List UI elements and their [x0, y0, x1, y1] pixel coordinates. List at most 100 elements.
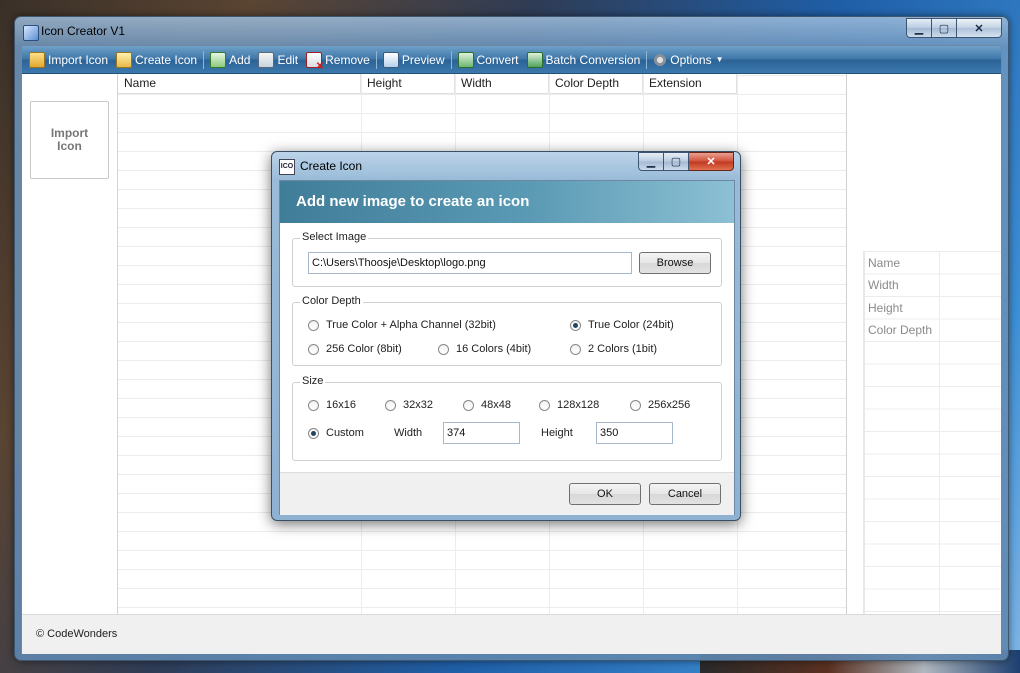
property-label-name: Name [868, 256, 901, 270]
radio-button-icon [630, 399, 641, 411]
dialog-banner-text: Add new image to create an icon [296, 193, 530, 210]
title-bar[interactable]: Icon Creator V1 ▁ ▢ ✕ [15, 17, 1008, 45]
column-header-extension[interactable]: Extension [643, 74, 737, 93]
toolbar: Import Icon Create Icon Add Edit Remove … [22, 46, 1001, 74]
radio-button-icon [438, 343, 449, 355]
property-label-width: Width [868, 278, 899, 292]
toolbar-separator [375, 50, 377, 69]
toolbar-preview-button[interactable]: Preview [379, 49, 449, 71]
app-icon [23, 25, 39, 41]
radio-size-custom[interactable]: Custom [308, 427, 364, 439]
remove-icon [306, 51, 324, 72]
radio-label: 16x16 [326, 399, 356, 411]
minimize-icon: ▁ [646, 156, 656, 168]
radio-label: 32x32 [403, 399, 433, 411]
image-path-input[interactable]: C:\Users\Thoosje\Desktop\logo.png [308, 252, 632, 274]
dialog-minimize-button[interactable]: ▁ [638, 152, 664, 171]
toolbar-import-icon-button[interactable]: Import Icon [25, 49, 112, 71]
dialog-close-button[interactable]: ✕ [689, 152, 734, 171]
toolbar-separator [203, 50, 205, 69]
radio-button-selected-icon [308, 427, 319, 439]
toolbar-label: Batch Conversion [545, 52, 641, 67]
minimize-button[interactable]: ▁ [906, 18, 932, 38]
radio-color-32bit[interactable]: True Color + Alpha Channel (32bit) [308, 319, 496, 331]
size-group: Size 16x16 32x32 48x48 128x128 256x256 C… [292, 375, 722, 461]
column-header-height[interactable]: Height [361, 74, 455, 93]
add-icon [210, 51, 227, 68]
property-label-color-depth: Color Depth [868, 323, 933, 337]
close-button[interactable]: ✕ [957, 18, 1002, 38]
chevron-down-icon: ▼ [715, 55, 724, 64]
radio-label: Custom [326, 427, 364, 439]
property-label-height: Height [868, 301, 903, 315]
import-tile-label: Import [50, 126, 89, 140]
radio-label: 256 Color (8bit) [326, 343, 402, 355]
create-icon [116, 51, 133, 68]
radio-color-8bit[interactable]: 256 Color (8bit) [308, 343, 402, 355]
toolbar-label: Remove [325, 52, 370, 67]
toolbar-options-menu[interactable]: Options ▼ [649, 49, 727, 71]
toolbar-label: Import Icon [48, 52, 109, 67]
radio-label: 16 Colors (4bit) [456, 343, 532, 355]
dialog-button-bar: OK Cancel [280, 472, 734, 515]
properties-pane-edge [863, 251, 865, 614]
radio-button-icon [385, 399, 396, 411]
ico-file-icon: ICO [279, 159, 295, 175]
radio-button-icon [463, 399, 474, 411]
group-legend: Color Depth [300, 295, 363, 307]
radio-button-icon [308, 319, 319, 331]
maximize-button[interactable]: ▢ [932, 18, 957, 38]
column-header-color-depth[interactable]: Color Depth [549, 74, 643, 93]
group-legend: Size [300, 375, 326, 387]
dialog-body: Add new image to create an icon Select I… [279, 180, 735, 515]
gear-icon [653, 52, 668, 67]
toolbar-edit-button[interactable]: Edit [254, 49, 302, 71]
radio-button-selected-icon [570, 319, 581, 331]
dialog-banner: Add new image to create an icon [280, 181, 734, 223]
custom-height-input[interactable]: 350 [596, 422, 673, 444]
column-header-width[interactable]: Width [455, 74, 549, 93]
radio-color-24bit[interactable]: True Color (24bit) [570, 319, 674, 331]
toolbar-label: Convert [476, 52, 519, 67]
toolbar-separator [450, 50, 452, 69]
radio-label: 256x256 [648, 399, 691, 411]
convert-icon [457, 51, 474, 68]
edit-icon [258, 51, 275, 68]
radio-button-icon [570, 343, 581, 355]
copyright-text: © CodeWonders [36, 628, 118, 640]
radio-size-16[interactable]: 16x16 [308, 399, 356, 411]
radio-color-4bit[interactable]: 16 Colors (4bit) [438, 343, 531, 355]
radio-size-128[interactable]: 128x128 [539, 399, 599, 411]
dialog-title: Create Icon [300, 159, 363, 173]
radio-label: True Color (24bit) [588, 319, 674, 331]
import-icon-tile[interactable]: Import Icon [30, 101, 109, 179]
ok-button[interactable]: OK [569, 483, 641, 505]
cancel-button[interactable]: Cancel [649, 483, 721, 505]
toolbar-label: Create Icon [135, 52, 198, 67]
grid-header: Name Height Width Color Depth Extension [118, 74, 737, 94]
toolbar-add-button[interactable]: Add [206, 49, 254, 71]
custom-height-label: Height [541, 427, 573, 439]
folder-icon [29, 51, 45, 68]
toolbar-separator [646, 50, 648, 69]
import-tile-label: Icon [57, 139, 82, 153]
column-header-name[interactable]: Name [118, 74, 361, 93]
toolbar-remove-button[interactable]: Remove [302, 49, 374, 72]
custom-width-input[interactable]: 374 [443, 422, 520, 444]
toolbar-create-icon-button[interactable]: Create Icon [112, 49, 201, 71]
custom-width-label: Width [394, 427, 423, 439]
radio-color-1bit[interactable]: 2 Colors (1bit) [570, 343, 657, 355]
toolbar-label: Edit [277, 52, 299, 67]
maximize-icon: ▢ [670, 156, 682, 168]
radio-size-32[interactable]: 32x32 [385, 399, 433, 411]
radio-size-48[interactable]: 48x48 [463, 399, 511, 411]
dialog-maximize-button[interactable]: ▢ [664, 152, 689, 171]
pane-divider [846, 74, 847, 614]
toolbar-convert-button[interactable]: Convert [454, 49, 523, 71]
maximize-icon: ▢ [938, 22, 950, 35]
radio-label: True Color + Alpha Channel (32bit) [326, 319, 496, 331]
radio-label: 128x128 [557, 399, 600, 411]
toolbar-batch-conversion-button[interactable]: Batch Conversion [523, 49, 645, 71]
browse-button[interactable]: Browse [639, 252, 711, 274]
radio-size-256[interactable]: 256x256 [630, 399, 690, 411]
